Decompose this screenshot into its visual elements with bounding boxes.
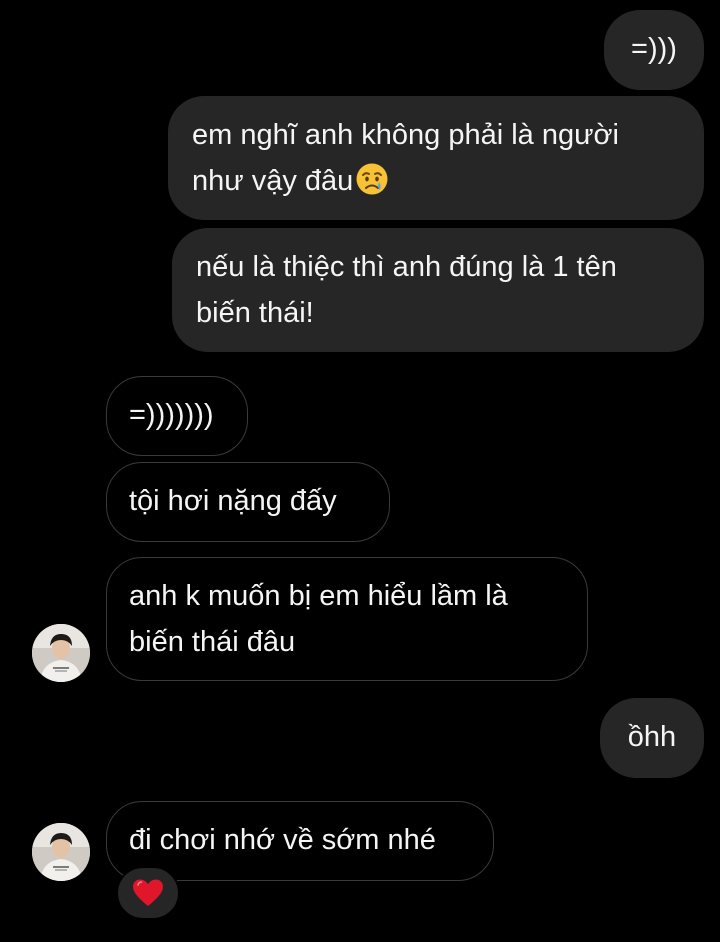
message-bubble-sent[interactable]: nếu là thiệc thì anh đúng là 1 tên biến … [172, 228, 704, 352]
sender-avatar[interactable] [32, 624, 90, 682]
message-bubble-received[interactable]: anh k muốn bị em hiểu lầm là biến thái đ… [106, 557, 588, 681]
profile-photo-icon [32, 823, 90, 881]
red-heart-icon [133, 879, 163, 906]
message-text-line: như vậy đâu [192, 158, 680, 204]
message-reaction[interactable] [116, 866, 180, 920]
message-text: tội hơi nặng đấy [129, 485, 337, 517]
message-text: ồhh [627, 721, 677, 753]
message-text: nếu là thiệc thì anh đúng là 1 tên [196, 251, 617, 283]
message-bubble-sent[interactable]: ồhh [600, 698, 704, 778]
message-text: như vậy đâu [192, 165, 354, 197]
message-text: =))))))) [129, 399, 214, 431]
message-text: biến thái! [196, 297, 314, 329]
profile-photo-icon [32, 624, 90, 682]
message-text: biến thái đâu [129, 626, 296, 658]
message-bubble-sent[interactable]: =))) [604, 10, 704, 90]
message-text: em nghĩ anh không phải là người [192, 119, 619, 151]
crying-face-emoji-icon [356, 163, 388, 195]
message-text: đi chơi nhớ về sớm nhé [129, 824, 436, 856]
message-bubble-sent[interactable]: em nghĩ anh không phải là người như vậy … [168, 96, 704, 220]
message-text: anh k muốn bị em hiểu lầm là [129, 580, 508, 612]
message-text: =))) [631, 33, 677, 65]
message-bubble-received[interactable]: tội hơi nặng đấy [106, 462, 390, 542]
sender-avatar[interactable] [32, 823, 90, 881]
message-bubble-received[interactable]: =))))))) [106, 376, 248, 456]
